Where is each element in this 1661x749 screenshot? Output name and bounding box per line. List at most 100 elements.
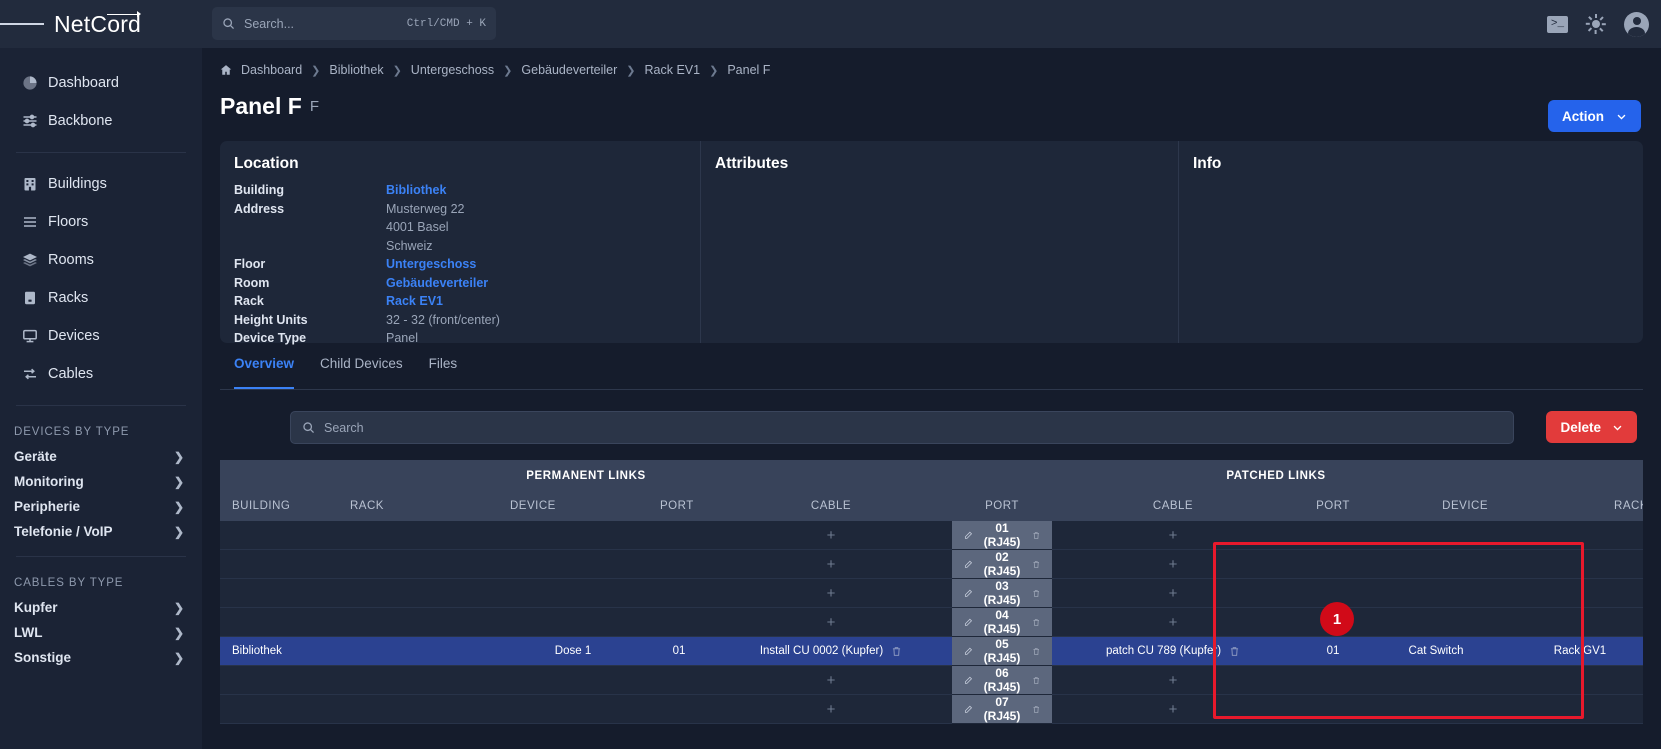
theme-toggle-sun-icon[interactable] <box>1586 14 1606 34</box>
cell-cable-left[interactable]: + <box>710 550 952 579</box>
sidebar-group-item-telefonie-voip[interactable]: Telefonie / VoIP ❯ <box>0 519 202 544</box>
pencil-icon[interactable] <box>964 646 972 657</box>
breadcrumb-item-bibliothek[interactable]: Bibliothek <box>329 63 383 77</box>
cell-cable-right[interactable]: + <box>1052 695 1294 724</box>
delete-button[interactable]: Delete <box>1546 411 1637 443</box>
breadcrumb-item-gebaeudeverteiler[interactable]: Gebäudeverteiler <box>521 63 617 77</box>
sidebar-group-item-peripherie[interactable]: Peripherie ❯ <box>0 494 202 519</box>
table-row[interactable]: BibliothekDose 101Install CU 0002 (Kupfe… <box>220 637 1643 666</box>
table-row[interactable]: +02 (RJ45)+ <box>220 550 1643 579</box>
sidebar-item-cables[interactable]: Cables <box>0 355 202 393</box>
trash-icon[interactable] <box>1032 559 1040 570</box>
cell-cable-right[interactable]: + <box>1052 521 1294 550</box>
cell-cable-right[interactable]: + <box>1052 608 1294 637</box>
sidebar-item-dashboard[interactable]: Dashboard <box>0 64 202 102</box>
terminal-icon[interactable]: >_ <box>1547 16 1568 33</box>
add-link-icon[interactable]: + <box>1169 556 1178 573</box>
column-header-panel-port[interactable]: PORT <box>952 491 1052 521</box>
breadcrumb-item-rack-ev1[interactable]: Rack EV1 <box>645 63 701 77</box>
cell-cable-left[interactable]: + <box>710 666 952 695</box>
tab-overview[interactable]: Overview <box>234 356 294 389</box>
add-link-icon[interactable]: + <box>1169 672 1178 689</box>
cell-cable-left[interactable]: + <box>710 695 952 724</box>
trash-icon[interactable] <box>1032 704 1040 715</box>
sidebar-group-item-geraete[interactable]: Geräte ❯ <box>0 444 202 469</box>
add-link-icon[interactable]: + <box>827 527 836 544</box>
sidebar-group-item-lwl[interactable]: LWL ❯ <box>0 620 202 645</box>
location-value-link[interactable]: Bibliothek <box>386 181 446 200</box>
sidebar-group-item-kupfer[interactable]: Kupfer ❯ <box>0 595 202 620</box>
sidebar-item-buildings[interactable]: Buildings <box>0 165 202 203</box>
global-search-input[interactable]: Search... Ctrl/CMD + K <box>212 7 496 40</box>
pencil-icon[interactable] <box>964 530 972 541</box>
column-header-cable-left[interactable]: CABLE <box>710 491 952 521</box>
column-header-device-right[interactable]: DEVICE <box>1372 491 1500 521</box>
pencil-icon[interactable] <box>964 588 972 599</box>
add-link-icon[interactable]: + <box>1169 701 1178 718</box>
location-value-link[interactable]: Rack EV1 <box>386 292 443 311</box>
tab-files[interactable]: Files <box>429 356 458 389</box>
trash-icon[interactable] <box>1032 530 1040 541</box>
sidebar-item-floors[interactable]: Floors <box>0 203 202 241</box>
user-avatar-icon[interactable] <box>1624 12 1649 37</box>
trash-icon[interactable] <box>1032 617 1040 628</box>
sidebar-group-item-sonstige[interactable]: Sonstige ❯ <box>0 645 202 670</box>
breadcrumb-item-untergeschoss[interactable]: Untergeschoss <box>411 63 494 77</box>
cell-cable-left[interactable]: + <box>710 521 952 550</box>
cable-label[interactable]: Install CU 0002 (Kupfer) <box>760 645 883 657</box>
trash-icon[interactable] <box>1032 675 1040 686</box>
links-table-wrapper[interactable]: PERMANENT LINKS PATCHED LINKS BUILDING R… <box>220 460 1643 749</box>
column-header-building-left[interactable]: BUILDING <box>220 491 338 521</box>
trash-icon[interactable] <box>891 646 902 657</box>
hamburger-menu-icon[interactable] <box>0 0 44 48</box>
column-header-port-right[interactable]: PORT <box>1294 491 1372 521</box>
sidebar-item-racks[interactable]: Racks <box>0 279 202 317</box>
add-link-icon[interactable]: + <box>827 556 836 573</box>
add-link-icon[interactable]: + <box>827 672 836 689</box>
trash-icon[interactable] <box>1032 646 1040 657</box>
table-search-input[interactable]: Search <box>290 411 1514 444</box>
cell-rack-left <box>338 637 498 666</box>
cell-cable-right[interactable]: + <box>1052 579 1294 608</box>
add-link-icon[interactable]: + <box>827 614 836 631</box>
cell-cable-left[interactable]: + <box>710 608 952 637</box>
breadcrumb-item-dashboard[interactable]: Dashboard <box>241 63 302 77</box>
pencil-icon[interactable] <box>964 617 972 628</box>
cell-panel-port: 05 (RJ45) <box>952 637 1052 666</box>
breadcrumb-item-panel-f[interactable]: Panel F <box>727 63 770 77</box>
sidebar-item-devices[interactable]: Devices <box>0 317 202 355</box>
table-row[interactable]: +04 (RJ45)+ <box>220 608 1643 637</box>
sidebar-item-rooms[interactable]: Rooms <box>0 241 202 279</box>
column-header-device-left[interactable]: DEVICE <box>498 491 648 521</box>
add-link-icon[interactable]: + <box>1169 585 1178 602</box>
add-link-icon[interactable]: + <box>827 701 836 718</box>
tab-child-devices[interactable]: Child Devices <box>320 356 403 389</box>
add-link-icon[interactable]: + <box>1169 527 1178 544</box>
app-brand[interactable]: NetCord <box>54 11 141 38</box>
column-header-rack-right[interactable]: RACK <box>1500 491 1643 521</box>
pencil-icon[interactable] <box>964 704 972 715</box>
action-button[interactable]: Action <box>1548 100 1641 132</box>
cable-label[interactable]: patch CU 789 (Kupfer) <box>1106 645 1221 657</box>
attributes-card: Attributes <box>700 141 1178 343</box>
trash-icon[interactable] <box>1229 646 1240 657</box>
location-value-link[interactable]: Gebäudeverteiler <box>386 274 488 293</box>
cell-cable-left[interactable]: + <box>710 579 952 608</box>
pencil-icon[interactable] <box>964 559 972 570</box>
table-row[interactable]: +07 (RJ45)+ <box>220 695 1643 724</box>
sidebar-group-item-monitoring[interactable]: Monitoring ❯ <box>0 469 202 494</box>
table-row[interactable]: +06 (RJ45)+ <box>220 666 1643 695</box>
sidebar-item-backbone[interactable]: Backbone <box>0 102 202 140</box>
pencil-icon[interactable] <box>964 675 972 686</box>
column-header-rack-left[interactable]: RACK <box>338 491 498 521</box>
cell-cable-right[interactable]: + <box>1052 550 1294 579</box>
table-row[interactable]: +03 (RJ45)+ <box>220 579 1643 608</box>
column-header-cable-right[interactable]: CABLE <box>1052 491 1294 521</box>
trash-icon[interactable] <box>1032 588 1040 599</box>
table-row[interactable]: +01 (RJ45)+ <box>220 521 1643 550</box>
add-link-icon[interactable]: + <box>827 585 836 602</box>
column-header-port-left[interactable]: PORT <box>648 491 710 521</box>
location-value-link[interactable]: Untergeschoss <box>386 255 476 274</box>
cell-cable-right[interactable]: + <box>1052 666 1294 695</box>
add-link-icon[interactable]: + <box>1169 614 1178 631</box>
